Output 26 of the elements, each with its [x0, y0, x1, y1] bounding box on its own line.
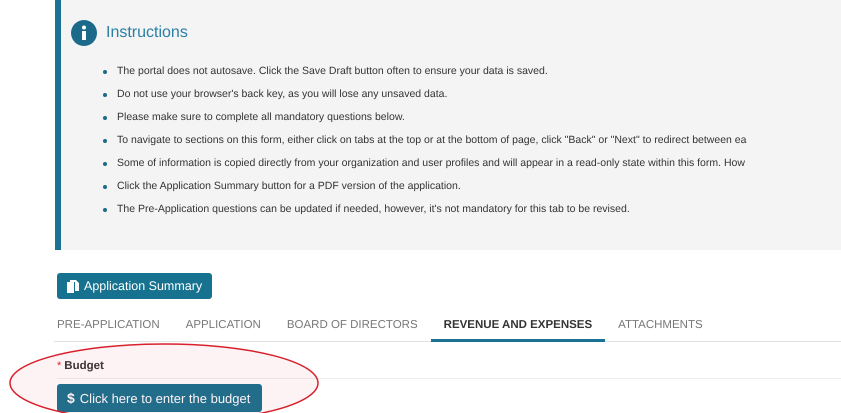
tab[interactable]: APPLICATION	[172, 309, 274, 342]
tab[interactable]: BOARD OF DIRECTORS	[274, 309, 431, 342]
instruction-text: The portal does not autosave. Click the Save Draft button often to ensure your data is saved.	[117, 64, 548, 79]
required-mark: *	[57, 360, 62, 372]
bullet-icon	[103, 116, 107, 120]
bullet-icon	[103, 184, 107, 188]
tab[interactable]: REVENUE AND EXPENSES	[430, 309, 606, 342]
instruction-text: Some of information is copied directly from your organization and user profiles and will appear in a read-only state within this form. How	[117, 156, 745, 171]
bullet-icon	[103, 92, 107, 96]
document-icon	[67, 280, 79, 292]
instruction-text: Do not use your browser's back key, as you will lose any unsaved data.	[117, 87, 448, 102]
instructions-title: Instructions	[106, 24, 188, 42]
bullet-icon	[103, 208, 107, 212]
application-summary-button[interactable]: Application Summary	[57, 273, 212, 299]
tab[interactable]: ATTACHMENTS	[605, 309, 716, 342]
bullet-icon	[103, 162, 107, 166]
bullet-icon	[103, 138, 107, 142]
bullet-icon	[103, 70, 107, 74]
tab[interactable]: PRE-APPLICATION	[54, 309, 173, 342]
enter-budget-button[interactable]: $ Click here to enter the budget	[57, 384, 262, 412]
instruction-text: Click the Application Summary button for a PDF version of the application.	[117, 179, 461, 194]
instruction-text: The Pre-Application questions can be updated if needed, however, it's not mandatory for this tab to be revised.	[117, 202, 630, 217]
instruction-text: Please make sure to complete all mandatory questions below.	[117, 110, 405, 125]
info-icon	[71, 20, 97, 46]
instruction-text: To navigate to sections on this form, either click on tabs at the top or at the bottom of page, click "Back" or "Next" to redirect between ea	[117, 133, 746, 148]
budget-label: Budget	[64, 360, 104, 372]
